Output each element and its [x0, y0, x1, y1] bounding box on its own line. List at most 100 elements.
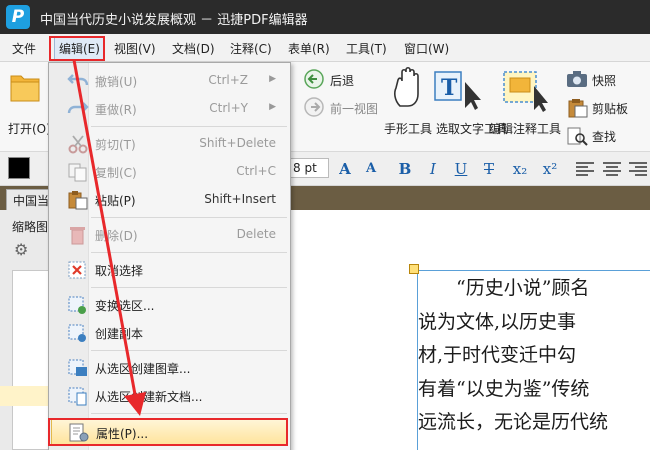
- menu-item-undo[interactable]: 撤销(U) Ctrl+Z ▶: [49, 67, 290, 95]
- menu-item-transform-selection[interactable]: 变换选区...: [49, 291, 290, 319]
- menu-item-shortcut: Ctrl+Z: [208, 73, 248, 87]
- menu-separator: [91, 287, 287, 288]
- menu-item-cut[interactable]: 剪切(T) Shift+Delete: [49, 130, 290, 158]
- document-text: “历史小说”顾名 说为文体,以历史事 材,于时代变迁中勾 有着“以史为鉴”传统 …: [418, 272, 650, 440]
- edit-annotation-tool-icon[interactable]: [500, 68, 550, 112]
- menu-bar: 文件 编辑(E) 视图(V) 文档(D) 注释(C) 表单(R) 工具(T) 窗…: [0, 34, 650, 62]
- trash-icon: [70, 227, 85, 245]
- menu-form[interactable]: 表单(R): [288, 40, 330, 57]
- menu-item-create-new-document[interactable]: 从选区创建新文档...: [49, 382, 290, 410]
- subscript-button[interactable]: x₂: [508, 158, 532, 180]
- thumbnails-title: 缩略图: [12, 220, 49, 234]
- menu-item-label: 属性(P)...: [96, 427, 149, 441]
- clipboard-icon[interactable]: [566, 98, 588, 118]
- transform-selection-icon: [68, 296, 86, 314]
- superscript-button[interactable]: x²: [538, 158, 562, 180]
- stamp-icon: [68, 359, 87, 376]
- submenu-arrow-icon: ▶: [269, 74, 276, 84]
- clipboard-button[interactable]: 剪贴板: [592, 100, 628, 117]
- submenu-arrow-icon: ▶: [269, 102, 276, 112]
- align-left-icon[interactable]: [575, 161, 595, 177]
- properties-icon: [69, 423, 89, 442]
- decrease-font-button[interactable]: A: [362, 158, 380, 180]
- title-bar: P 中国当代历史小说发展概观 － 迅捷PDF编辑器: [0, 0, 650, 34]
- snapshot-camera-icon[interactable]: [566, 70, 588, 88]
- menu-comment[interactable]: 注释(C): [230, 40, 272, 57]
- duplicate-icon: [68, 324, 86, 342]
- bold-button[interactable]: B: [396, 158, 414, 180]
- menu-item-properties[interactable]: 属性(P)...: [51, 418, 287, 446]
- thumbnails-pane: 缩略图 ⚙: [0, 210, 50, 450]
- back-button[interactable]: 后退: [330, 72, 354, 89]
- menu-item-label: 重做(R): [95, 103, 137, 117]
- menu-view[interactable]: 视图(V): [114, 40, 156, 57]
- copy-icon: [68, 163, 87, 182]
- menu-item-label: 从选区创建图章...: [95, 362, 191, 376]
- menu-item-shortcut: Delete: [236, 227, 276, 241]
- app-logo-icon: P: [6, 5, 30, 29]
- menu-item-label: 创建副本: [95, 327, 144, 341]
- menu-item-label: 变换选区...: [95, 299, 155, 313]
- menu-item-create-duplicate[interactable]: 创建副本: [49, 319, 290, 347]
- menu-tools[interactable]: 工具(T): [346, 40, 387, 57]
- forward-view-button[interactable]: 前一视图: [330, 100, 378, 117]
- selected-thumbnail-marker: [0, 386, 50, 406]
- select-text-tool-icon[interactable]: T: [433, 68, 485, 112]
- snapshot-button[interactable]: 快照: [592, 72, 616, 89]
- italic-button[interactable]: I: [424, 158, 442, 180]
- menu-item-label: 撤销(U): [95, 75, 138, 89]
- open-button[interactable]: 打开(O): [8, 120, 51, 137]
- document-line: 远流长，无论是历代统: [418, 411, 609, 433]
- menu-item-delete[interactable]: 删除(D) Delete: [49, 221, 290, 249]
- scissors-icon: [68, 135, 88, 154]
- open-folder-icon[interactable]: [9, 70, 41, 104]
- menu-item-label: 粘贴(P): [95, 194, 136, 208]
- forward-view-icon[interactable]: [303, 96, 325, 118]
- menu-item-shortcut: Shift+Insert: [204, 192, 276, 206]
- align-center-icon[interactable]: [602, 161, 622, 177]
- deselect-icon: [68, 261, 86, 279]
- increase-font-button[interactable]: A: [336, 158, 354, 180]
- menu-document[interactable]: 文档(D): [172, 40, 215, 57]
- strikethrough-button[interactable]: T: [480, 158, 498, 180]
- menu-separator: [91, 217, 287, 218]
- menu-separator: [91, 350, 287, 351]
- thumbnail-settings-gear-icon[interactable]: ⚙: [14, 240, 28, 259]
- menu-window[interactable]: 窗口(W): [404, 40, 449, 57]
- find-icon[interactable]: [566, 126, 588, 146]
- undo-icon: [67, 74, 89, 86]
- font-size-field[interactable]: 8 pt: [289, 158, 329, 178]
- menu-separator: [91, 126, 287, 127]
- edit-annotation-tool-button[interactable]: 编辑注释工具: [489, 120, 561, 137]
- menu-file[interactable]: 文件: [12, 40, 36, 57]
- window-title: 中国当代历史小说发展概观 － 迅捷PDF编辑器: [40, 13, 308, 28]
- menu-edit[interactable]: 编辑(E): [54, 37, 105, 60]
- document-line: 材,于时代变迁中勾: [418, 344, 577, 366]
- back-icon[interactable]: [303, 68, 325, 90]
- menu-item-shortcut: Shift+Delete: [199, 136, 276, 150]
- align-right-icon[interactable]: [628, 161, 648, 177]
- svg-text:T: T: [441, 75, 458, 101]
- hand-tool-button[interactable]: 手形工具: [384, 120, 432, 137]
- text-color-swatch[interactable]: [8, 157, 30, 179]
- menu-item-label: 剪切(T): [95, 138, 136, 152]
- menu-item-label: 复制(C): [95, 166, 137, 180]
- menu-item-deselect[interactable]: 取消选择: [49, 256, 290, 284]
- thumbnail-list[interactable]: [12, 270, 50, 450]
- redo-icon: [67, 102, 89, 114]
- menu-item-label: 取消选择: [95, 264, 144, 278]
- menu-separator: [91, 413, 287, 414]
- edit-dropdown-menu: 撤销(U) Ctrl+Z ▶ 重做(R) Ctrl+Y ▶ 剪切(T) Shif…: [48, 62, 291, 450]
- hand-tool-icon[interactable]: [390, 66, 426, 110]
- menu-item-create-stamp[interactable]: 从选区创建图章...: [49, 354, 290, 382]
- menu-item-label: 删除(D): [95, 229, 138, 243]
- menu-item-label: 从选区创建新文档...: [95, 390, 203, 404]
- new-doc-icon: [68, 387, 87, 406]
- underline-button[interactable]: U: [452, 158, 470, 180]
- document-line: “历史小说”顾名: [418, 277, 590, 299]
- paste-icon: [68, 191, 88, 210]
- menu-item-redo[interactable]: 重做(R) Ctrl+Y ▶: [49, 95, 290, 123]
- menu-item-copy[interactable]: 复制(C) Ctrl+C: [49, 158, 290, 186]
- find-button[interactable]: 查找: [592, 128, 616, 145]
- menu-item-paste[interactable]: 粘贴(P) Shift+Insert: [49, 186, 290, 214]
